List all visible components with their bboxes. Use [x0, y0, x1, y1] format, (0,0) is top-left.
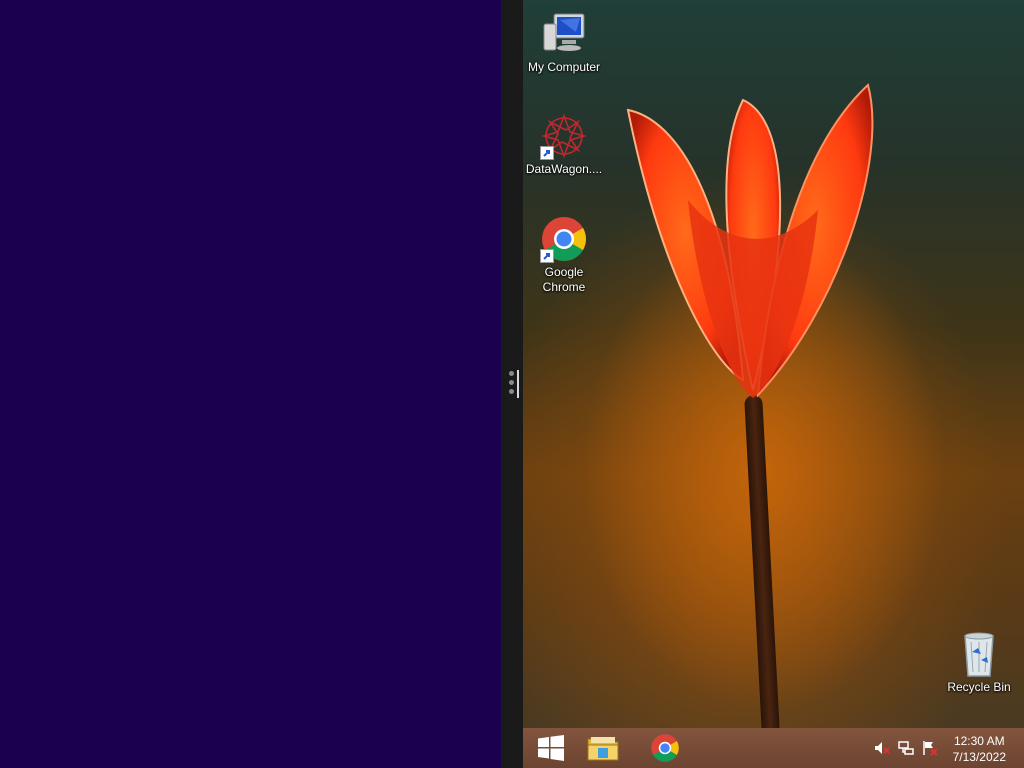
desktop-icon-datawagon[interactable]: DataWagon....: [523, 112, 609, 177]
wallpaper-stem: [744, 394, 780, 728]
clock-date: 7/13/2022: [952, 750, 1006, 764]
desktop-area[interactable]: My Computer DataWagon.... Google Chrome …: [523, 0, 1024, 728]
wallpaper-tulip: [626, 83, 874, 398]
network-icon[interactable]: [898, 740, 914, 756]
split-view-divider[interactable]: [501, 0, 523, 768]
taskbar: 12:30 AM 7/13/2022: [523, 728, 1024, 768]
datawagon-icon: [540, 112, 588, 160]
shortcut-arrow-icon: [540, 249, 554, 263]
volume-muted-icon[interactable]: [874, 740, 890, 756]
start-button[interactable]: [523, 728, 579, 768]
desktop-icon-google-chrome[interactable]: Google Chrome: [523, 215, 609, 295]
chrome-icon: [651, 734, 679, 762]
desktop-icon-label: Recycle Bin: [947, 680, 1011, 694]
taskbar-chrome-button[interactable]: [637, 728, 693, 768]
desktop-icon-label: Google Chrome: [542, 265, 586, 294]
file-explorer-icon: [587, 737, 619, 761]
taskbar-file-explorer-button[interactable]: [575, 728, 631, 768]
recycle-bin-icon: [955, 630, 1003, 678]
chrome-icon: [540, 215, 588, 263]
windows-start-icon: [538, 735, 564, 761]
desktop-icon-label: DataWagon....: [525, 162, 603, 176]
desktop-icon-my-computer[interactable]: My Computer: [523, 10, 609, 75]
clock-time: 12:30 AM: [953, 734, 1005, 748]
snapped-app-panel[interactable]: [0, 0, 501, 768]
computer-icon: [540, 10, 588, 58]
shortcut-arrow-icon: [540, 146, 554, 160]
action-center-flag-icon[interactable]: [922, 740, 938, 756]
desktop-icon-recycle-bin[interactable]: Recycle Bin: [934, 630, 1024, 695]
desktop-icon-label: My Computer: [527, 60, 601, 74]
splitter-grip-icon[interactable]: [509, 371, 515, 399]
taskbar-clock[interactable]: 12:30 AM 7/13/2022: [953, 733, 1006, 765]
splitter-handle[interactable]: [517, 370, 519, 398]
